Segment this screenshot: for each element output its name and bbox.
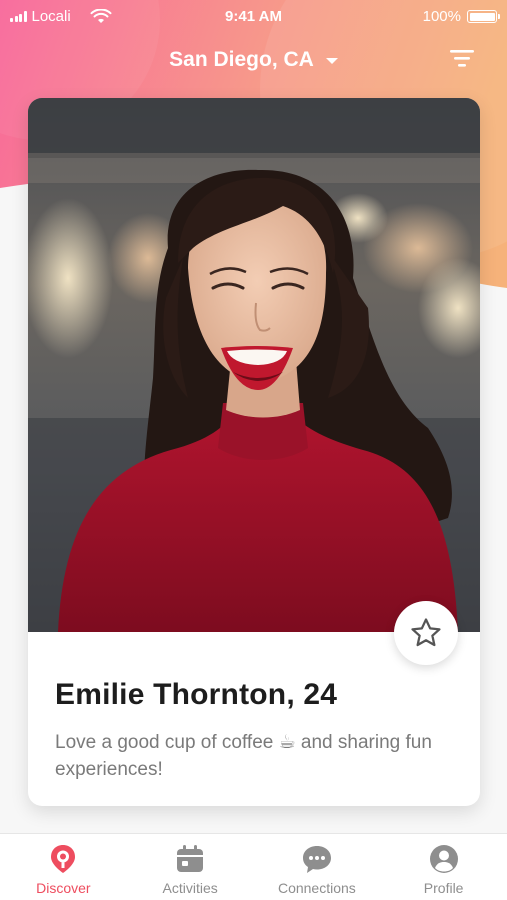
discover-pin-icon [47,843,79,875]
location-bar: San Diego, CA [0,42,507,78]
profile-card[interactable]: Emilie Thornton, 24 Love a good cup of c… [28,98,480,806]
star-icon [411,618,441,647]
location-selector[interactable]: San Diego, CA [169,48,338,72]
battery-percent: 100% [422,8,461,25]
tab-discover[interactable]: Discover [0,834,127,900]
profile-name-age: Emilie Thornton, 24 [55,678,338,711]
tab-discover-label: Discover [36,880,91,896]
discover-screen: Locali 9:41 AM 100% San Diego, CA Emilie… [0,0,507,900]
tab-activities-label: Activities [162,880,218,896]
filter-icon[interactable] [449,47,475,69]
profile-photo [28,98,480,632]
chat-icon [301,843,333,875]
calendar-icon [174,843,206,875]
tab-bar: Discover Activities Connections Profile [0,833,507,900]
battery-group: 100% [422,8,500,25]
tab-profile-label: Profile [423,880,464,896]
chevron-down-icon [325,58,338,64]
profile-bio: Love a good cup of coffee ☕ and sharing … [55,732,432,780]
status-bar: Locali 9:41 AM 100% [0,0,507,32]
battery-icon [467,10,500,23]
tab-activities[interactable]: Activities [127,834,254,900]
person-icon [428,843,460,875]
tab-profile[interactable]: Profile [380,834,507,900]
tab-connections[interactable]: Connections [254,834,381,900]
location-label: San Diego, CA [169,48,314,71]
tab-connections-label: Connections [277,880,356,896]
favorite-button[interactable] [394,601,458,665]
